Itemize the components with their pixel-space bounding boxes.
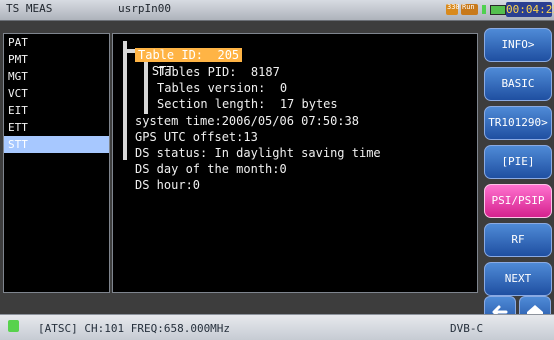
list-item-ett[interactable]: ETT <box>4 119 109 136</box>
bottom-status-bar: [ATSC] CH:101 FREQ:658.000MHz DVB-C <box>0 314 554 340</box>
list-item-stt[interactable]: STT <box>4 136 109 153</box>
status-badge-330: 330 <box>446 3 460 15</box>
mode-label: TS MEAS <box>6 2 53 15</box>
top-status-bar: TS MEAS usrpIn00 330 Run 00:04:25 <box>0 0 554 21</box>
modulation-mode: DVB-C <box>450 322 484 335</box>
right-menu: INFO> BASIC TR101290> [PIE] PSI/PSIP RF … <box>480 28 554 328</box>
basic-button[interactable]: BASIC <box>484 67 552 101</box>
status-badge-run: Run <box>461 3 478 15</box>
battery-icon <box>490 5 506 15</box>
tree-line-section-length: Section length: 17 bytes <box>157 97 338 111</box>
tree-line-tables-pid: Tables PID: 8187 <box>157 65 280 79</box>
tr101290-button[interactable]: TR101290> <box>484 106 552 140</box>
channel-frequency: [ATSC] CH:101 FREQ:658.000MHz <box>38 322 231 335</box>
status-badge-run-text: Run <box>462 3 475 11</box>
rf-button[interactable]: RF <box>484 223 552 257</box>
status-badge-330-text: 330 <box>447 3 460 11</box>
detail-tree: ⊟ STT Table ID: 205 Tables PID: 8187 Tab… <box>112 33 478 293</box>
tree-line-system-time: system time:2006/05/06 07:50:38 <box>135 114 359 128</box>
clock: 00:04:25 <box>506 2 554 17</box>
tree-line-ds-status: DS status: In daylight saving time <box>135 146 381 160</box>
table-id-highlight[interactable]: Table ID: 205 <box>135 48 243 62</box>
file-name: usrpIn00 <box>118 2 171 15</box>
table-list[interactable]: PAT PMT MGT VCT EIT ETT STT <box>3 33 110 293</box>
psi-psip-button[interactable]: PSI/PSIP <box>484 184 552 218</box>
status-icons: 330 Run <box>446 3 506 16</box>
signal-icon <box>482 5 486 14</box>
lock-icon <box>8 320 19 332</box>
list-item-eit[interactable]: EIT <box>4 102 109 119</box>
tree-line-gps-utc-offset: GPS UTC offset:13 <box>135 130 258 144</box>
list-item-pmt[interactable]: PMT <box>4 51 109 68</box>
next-button[interactable]: NEXT <box>484 262 552 296</box>
tree-line-ds-hour: DS hour:0 <box>135 178 201 192</box>
list-item-vct[interactable]: VCT <box>4 85 109 102</box>
info-button[interactable]: INFO> <box>484 28 552 62</box>
list-item-pat[interactable]: PAT <box>4 34 109 51</box>
tree-line-tables-version: Tables version: 0 <box>157 81 288 95</box>
list-item-mgt[interactable]: MGT <box>4 68 109 85</box>
tree-line-ds-day: DS day of the month:0 <box>135 162 287 176</box>
pie-button[interactable]: [PIE] <box>484 145 552 179</box>
